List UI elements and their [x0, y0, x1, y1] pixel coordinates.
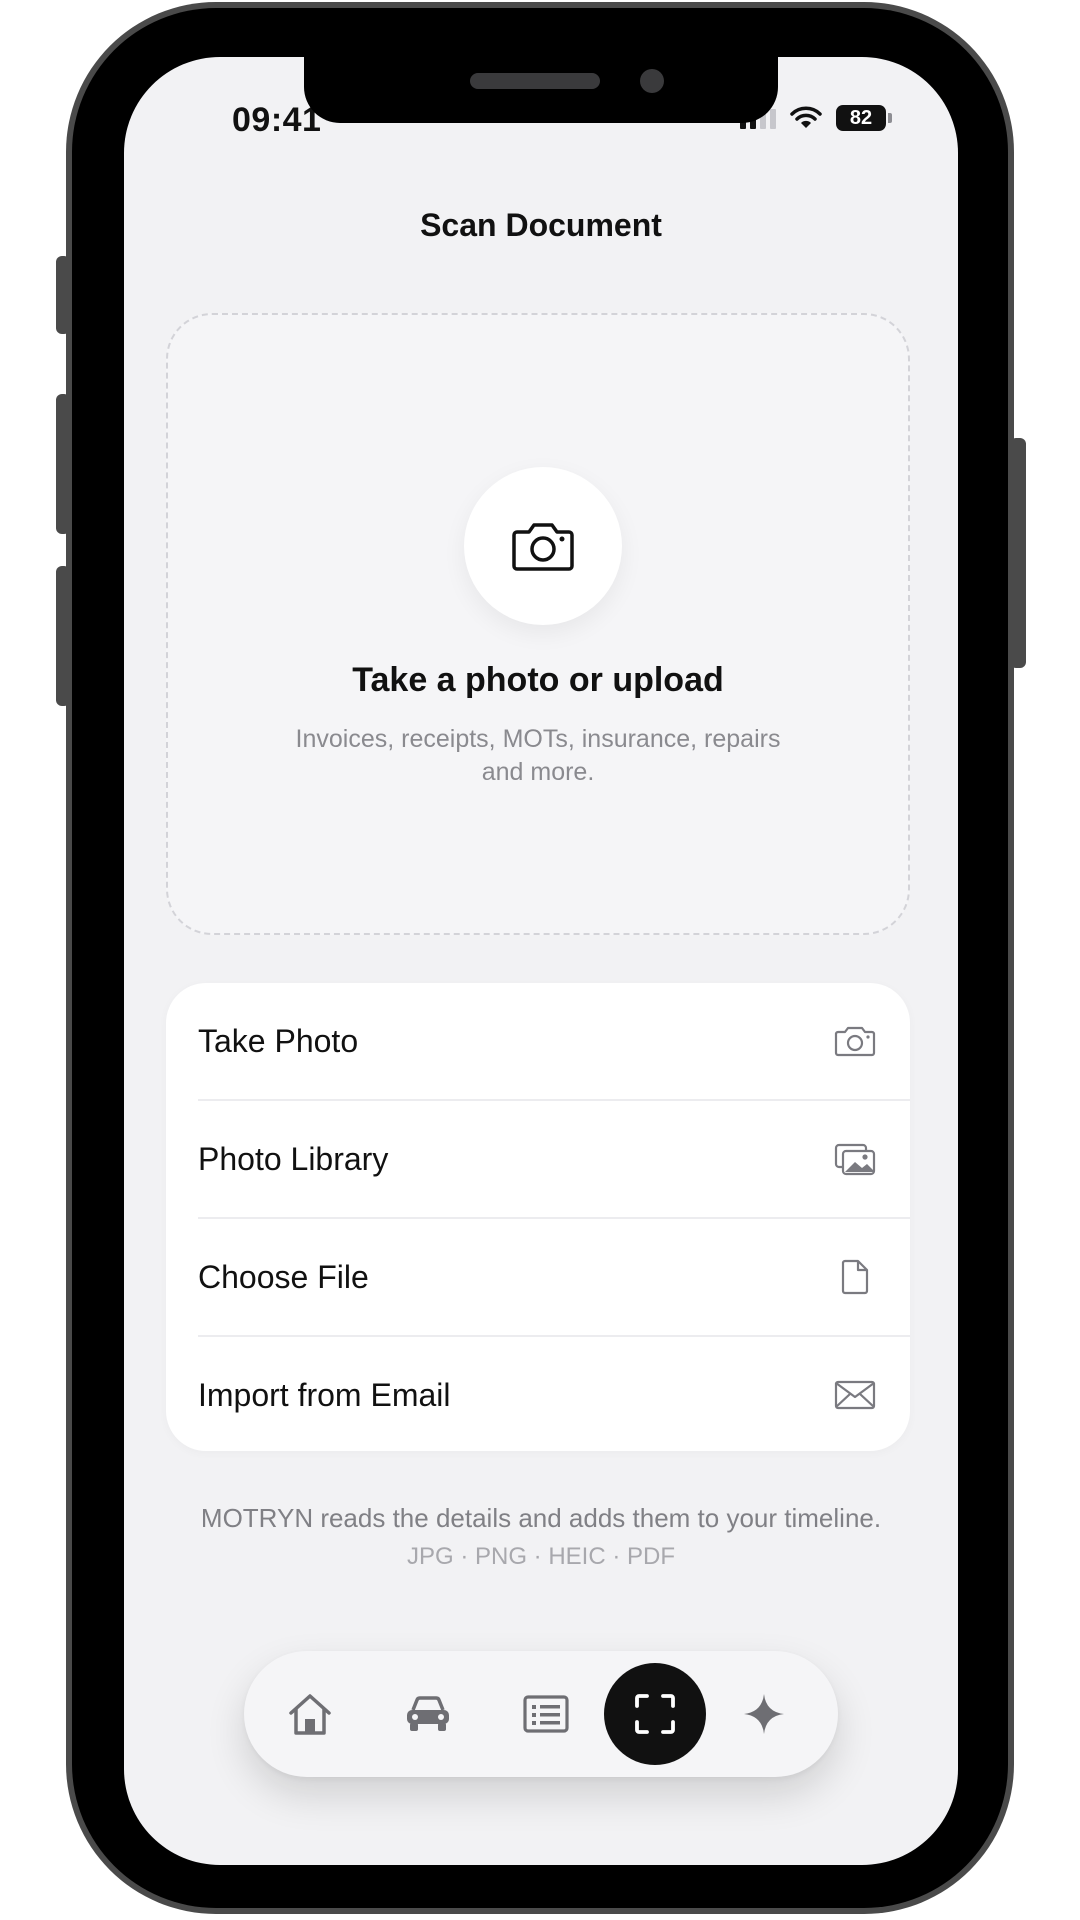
earpiece-speaker [470, 73, 600, 89]
tab-timeline[interactable] [516, 1684, 576, 1744]
option-label: Photo Library [198, 1141, 389, 1177]
mute-switch [56, 256, 70, 334]
photo-library-icon [834, 1141, 876, 1177]
option-import-email[interactable]: Import from Email [166, 1337, 910, 1451]
option-label: Choose File [198, 1259, 369, 1295]
car-icon [407, 1696, 449, 1731]
tab-bar [244, 1651, 838, 1777]
tab-home[interactable] [280, 1684, 340, 1744]
drop-zone-description: Invoices, receipts, MOTs, insurance, rep… [295, 725, 781, 786]
upload-drop-zone[interactable]: Take a photo or upload Invoices, receipt… [166, 313, 910, 935]
tab-vehicles[interactable] [398, 1684, 458, 1744]
status-time: 09:41 [232, 101, 322, 139]
option-photo-library[interactable]: Photo Library [166, 1101, 910, 1218]
tab-assistant[interactable] [734, 1684, 794, 1744]
wifi-icon [790, 106, 822, 128]
camera-icon [512, 523, 574, 571]
file-icon [834, 1259, 876, 1295]
page-title: Scan Document [420, 207, 662, 243]
option-take-photo[interactable]: Take Photo [166, 983, 910, 1100]
footer-note: MOTRYN reads the details and adds them t… [200, 1503, 882, 1533]
notch [304, 57, 778, 123]
option-choose-file[interactable]: Choose File [166, 1219, 910, 1336]
power-button [1010, 438, 1026, 668]
front-camera [640, 69, 664, 93]
sparkle-icon [744, 1694, 784, 1734]
option-label: Take Photo [198, 1023, 359, 1059]
scan-icon [635, 1694, 675, 1734]
volume-down-button [56, 566, 70, 706]
option-label: Import from Email [198, 1377, 451, 1413]
source-options-list: Take Photo Photo Library Choose File Imp… [166, 983, 910, 1451]
drop-zone-title: Take a photo or upload [352, 661, 724, 699]
screen: 09:41 82 Scan Document Take a photo or u… [124, 57, 958, 1865]
envelope-icon [834, 1377, 876, 1413]
list-icon [523, 1695, 569, 1733]
capture-button[interactable] [464, 467, 622, 625]
camera-icon [834, 1023, 876, 1059]
volume-up-button [56, 394, 70, 534]
home-icon [289, 1694, 331, 1735]
battery-indicator: 82 [836, 105, 892, 131]
supported-formats: JPG · PNG · HEIC · PDF [406, 1543, 675, 1570]
tab-scan[interactable] [604, 1663, 706, 1765]
